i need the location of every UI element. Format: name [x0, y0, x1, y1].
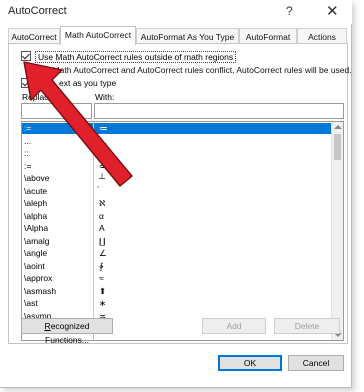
entry-name: ...: [24, 135, 32, 146]
vertical-scrollbar[interactable]: [331, 122, 343, 340]
entry-name: \amalg: [24, 235, 50, 246]
scroll-up-icon[interactable]: [334, 125, 342, 129]
list-item[interactable]: \aoint ∳: [22, 261, 333, 272]
ok-button[interactable]: OK: [218, 355, 282, 371]
replace-as-you-type-label: ext as you type: [59, 78, 117, 88]
list-item[interactable]: := ≔: [22, 123, 333, 134]
entry-symbol: ℵ: [99, 198, 106, 208]
tab-math-autocorrect[interactable]: Math AutoCorrect: [60, 26, 136, 45]
list-item[interactable]: \asmash ⬆: [22, 286, 333, 297]
entry-name: \alpha: [24, 210, 48, 221]
entry-symbol: α: [99, 210, 104, 221]
entry-name: \Alpha: [24, 223, 49, 233]
entry-name: \angle: [24, 248, 48, 258]
entry-symbol: ́: [99, 186, 199, 197]
entry-symbol: ∳: [99, 260, 104, 271]
close-button[interactable]: ✕: [326, 2, 339, 20]
replace-column-label: Replace:: [22, 92, 56, 102]
conflict-info-text: When Math AutoCorrect and AutoCorrect ru…: [28, 65, 352, 75]
use-outside-math-checkbox[interactable]: [21, 51, 31, 61]
entry-symbol: ┴: [99, 173, 106, 183]
column-divider: [93, 122, 94, 340]
entry-symbol: ≍: [99, 310, 107, 321]
list-item[interactable]: \aleph ℵ: [22, 198, 333, 209]
entries-list[interactable]: \atop¦\asymp≍\ast∗\asmash⬆\approx≈\aoint…: [21, 121, 344, 341]
list-item[interactable]: \acuté: [22, 186, 333, 197]
entry-name: \asmash: [24, 285, 57, 296]
delete-button[interactable]: Delete: [274, 318, 340, 334]
tab-autocorrect[interactable]: AutoCorrect: [8, 28, 60, 44]
list-item[interactable]: \approx ≈: [22, 273, 333, 284]
entry-symbol: ≔: [99, 160, 108, 171]
entry-name: \aoint: [24, 260, 45, 271]
scroll-thumb[interactable]: [334, 134, 341, 160]
entry-name: ::: [24, 148, 29, 158]
help-button[interactable]: ?: [286, 4, 293, 18]
list-item[interactable]: := ≔: [22, 161, 333, 172]
entry-symbol: ¦: [99, 323, 199, 334]
list-item[interactable]: \angle ∠: [22, 248, 333, 259]
replace-as-you-type-option[interactable]: ext as you type: [21, 77, 221, 90]
tab-strip: AutoCorrect Math AutoCorrect AutoFormat …: [8, 26, 348, 45]
entry-symbol: ∐: [99, 235, 106, 246]
recognized-functions-button[interactable]: Recognized Functions...: [21, 318, 113, 345]
tab-autoformat[interactable]: AutoFormat: [239, 28, 297, 44]
tab-actions[interactable]: Actions: [297, 28, 347, 44]
recognized-functions-label: Recognized Functions...: [44, 321, 90, 345]
entry-symbol: ∠: [99, 248, 107, 258]
list-item[interactable]: \alpha α: [22, 211, 333, 222]
cancel-button[interactable]: Cancel: [288, 355, 344, 371]
list-item[interactable]: \amalg ∐: [22, 236, 333, 247]
use-outside-math-label: Use Math AutoCorrect rules outside of ma…: [35, 51, 237, 63]
add-button[interactable]: Add: [202, 318, 266, 334]
window-title: AutoCorrect: [8, 5, 67, 17]
entry-symbol: ≈: [99, 273, 104, 283]
entry-name: \acute: [24, 185, 48, 196]
autocorrect-dialog: AutoCorrect ? ✕ AutoCorrect Math AutoCor…: [0, 0, 352, 388]
replace-as-you-type-checkbox[interactable]: [21, 78, 31, 88]
replace-input[interactable]: [21, 103, 92, 119]
entry-symbol: ⬆: [99, 285, 107, 296]
entry-name: \above: [24, 173, 50, 183]
entry-name: \aleph: [24, 198, 48, 208]
with-input[interactable]: [94, 103, 344, 119]
entry-name: :=: [24, 160, 32, 171]
title-bar: AutoCorrect ? ✕: [0, 0, 352, 24]
list-item[interactable]: :: ∷: [22, 148, 333, 159]
entry-symbol: ∗: [99, 298, 107, 308]
entry-symbol: …: [99, 135, 108, 146]
entry-symbol: ∷: [99, 148, 105, 158]
use-outside-math-option[interactable]: Use Math AutoCorrect rules outside of ma…: [21, 50, 341, 63]
list-item[interactable]: \ast ∗: [22, 298, 333, 309]
list-item[interactable]: \above ┴: [22, 173, 333, 184]
entry-name: :=: [24, 123, 32, 133]
tab-autoformat-as-you-type[interactable]: AutoFormat As You Type: [136, 28, 239, 44]
entry-symbol: ≔: [99, 123, 108, 133]
with-column-label: With:: [95, 92, 115, 102]
entry-symbol: A: [99, 223, 105, 233]
list-item[interactable]: \Alpha A: [22, 223, 333, 234]
entry-name: \approx: [24, 273, 53, 283]
list-item[interactable]: ... …: [22, 136, 333, 147]
entry-name: \ast: [24, 298, 38, 308]
